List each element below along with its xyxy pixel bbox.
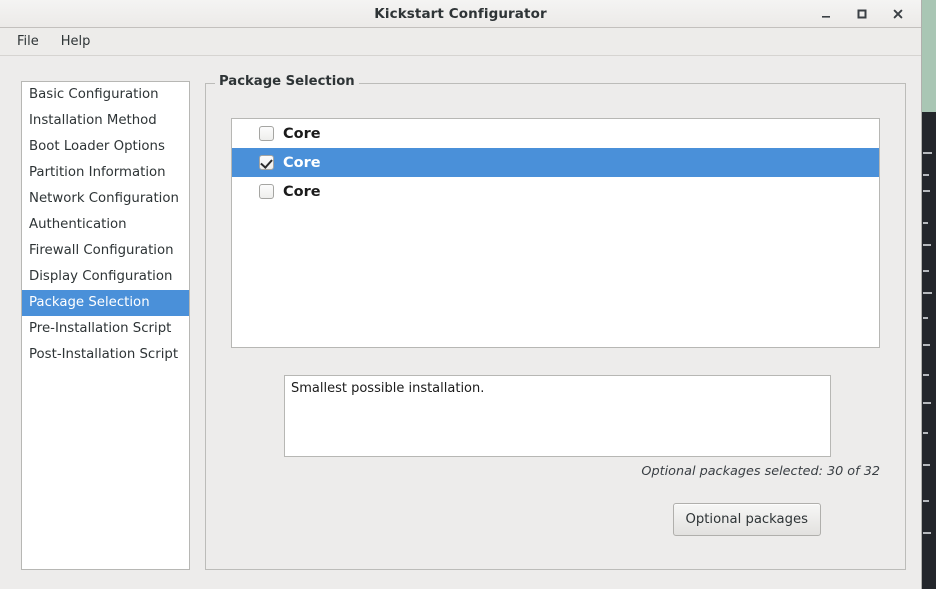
menu-bar: File Help (0, 28, 921, 56)
sidebar-item-partition-information[interactable]: Partition Information (22, 160, 189, 186)
window-controls (817, 0, 915, 28)
package-list[interactable]: Core Core Core (231, 118, 880, 348)
optional-packages-status: Optional packages selected: 30 of 32 (641, 464, 880, 479)
sidebar-item-display-configuration[interactable]: Display Configuration (22, 264, 189, 290)
background-terminal-window[interactable] (922, 112, 936, 589)
minimize-button[interactable] (817, 5, 835, 23)
package-row-label: Core (283, 125, 321, 142)
window-title: Kickstart Configurator (374, 5, 547, 22)
sidebar-item-basic-configuration[interactable]: Basic Configuration (22, 82, 189, 108)
frame-title: Package Selection (215, 74, 359, 89)
package-row-label: Core (283, 183, 321, 200)
checkbox-icon[interactable] (259, 126, 274, 141)
package-row-label: Core (283, 154, 321, 171)
sidebar-item-pre-installation-script[interactable]: Pre-Installation Script (22, 316, 189, 342)
window-content: Basic Configuration Installation Method … (0, 56, 921, 589)
package-selection-frame: Package Selection Core Core Core Smalles… (205, 74, 906, 570)
package-row-3[interactable]: Core (232, 177, 879, 206)
sidebar-item-network-configuration[interactable]: Network Configuration (22, 186, 189, 212)
package-row-2[interactable]: Core (232, 148, 879, 177)
optional-packages-button[interactable]: Optional packages (672, 503, 821, 536)
section-list[interactable]: Basic Configuration Installation Method … (21, 81, 190, 570)
package-row-1[interactable]: Core (232, 119, 879, 148)
checkbox-checked-icon[interactable] (259, 155, 274, 170)
package-description[interactable]: Smallest possible installation. (284, 375, 831, 457)
menu-item-help[interactable]: Help (52, 31, 100, 52)
checkbox-icon[interactable] (259, 184, 274, 199)
sidebar-item-boot-loader-options[interactable]: Boot Loader Options (22, 134, 189, 160)
sidebar-item-firewall-configuration[interactable]: Firewall Configuration (22, 238, 189, 264)
sidebar-item-package-selection[interactable]: Package Selection (22, 290, 189, 316)
maximize-button[interactable] (853, 5, 871, 23)
close-button[interactable] (889, 5, 907, 23)
sidebar-item-installation-method[interactable]: Installation Method (22, 108, 189, 134)
title-bar[interactable]: Kickstart Configurator (0, 0, 921, 28)
kickstart-configurator-window: Kickstart Configurator File Help Basic C… (0, 0, 922, 589)
sidebar-item-post-installation-script[interactable]: Post-Installation Script (22, 342, 189, 368)
sidebar-item-authentication[interactable]: Authentication (22, 212, 189, 238)
desktop-green-strip (922, 0, 936, 112)
menu-item-file[interactable]: File (8, 31, 48, 52)
